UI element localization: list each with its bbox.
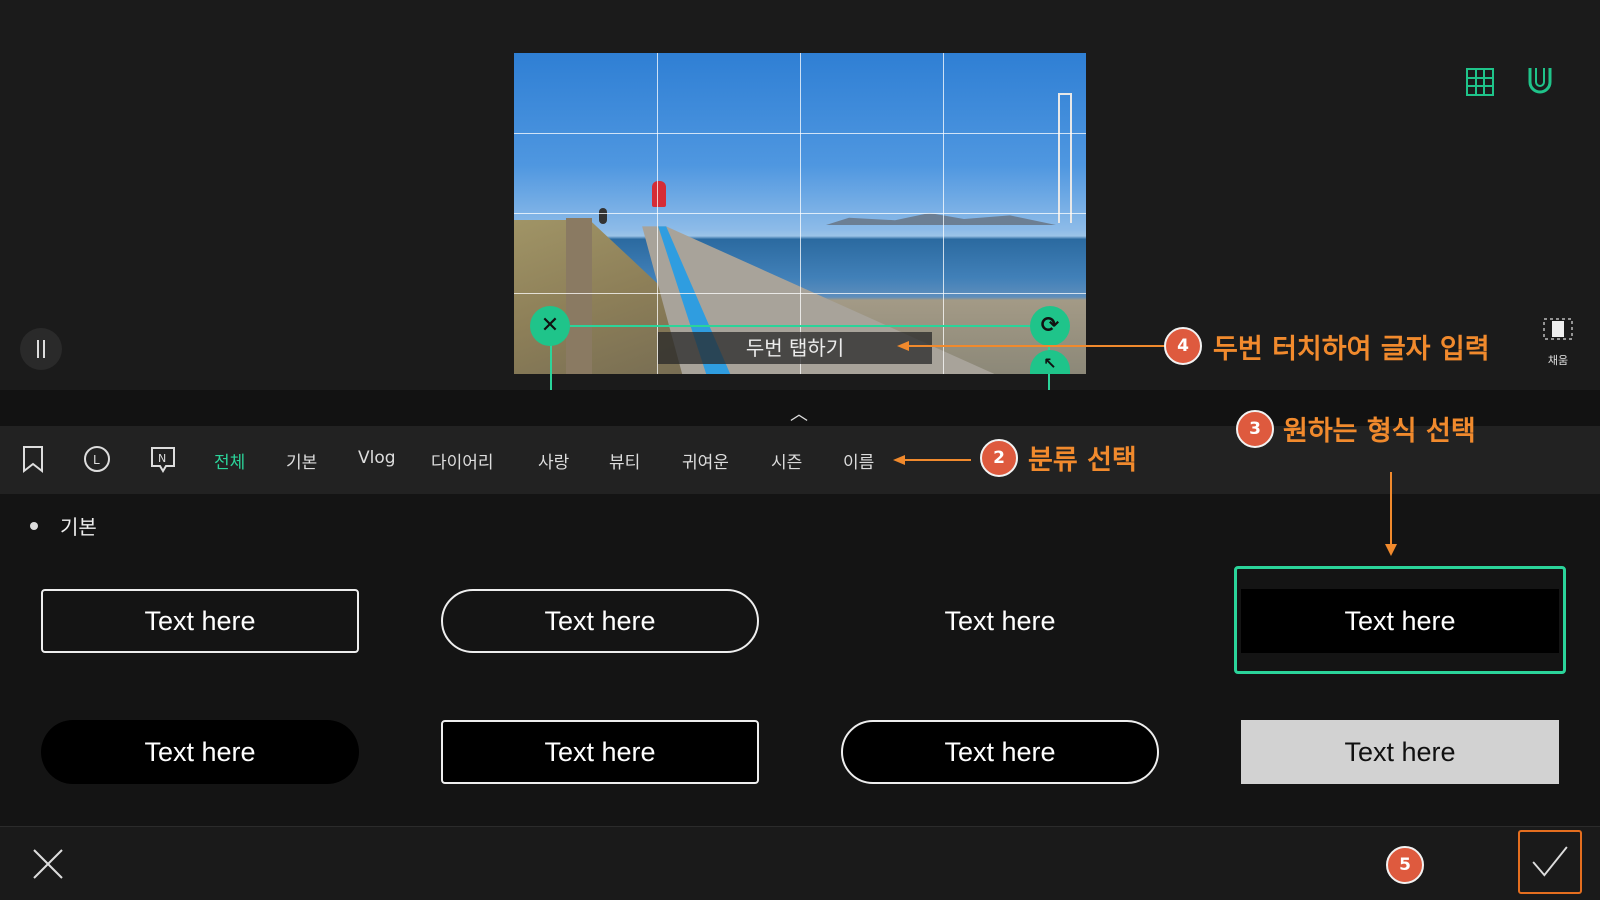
tab-basic[interactable]: 기본 [286,448,317,473]
style-card-plain[interactable]: Text here [841,589,1159,653]
fill-icon [1543,318,1573,340]
annotation-arrow-3 [1390,472,1392,544]
magnet-icon[interactable] [1526,66,1554,96]
style-card-black-pill-outline[interactable]: Text here [841,720,1159,784]
photo-tower [1058,93,1072,223]
chevron-up-icon[interactable]: ︿ [790,400,808,426]
grid-guide-line [514,213,1086,214]
rotate-icon: ⟳ [1040,313,1060,338]
tab-beauty[interactable]: 뷰티 [609,448,640,473]
grid-guide-line [514,133,1086,134]
photo-industry-skyline [826,213,1056,225]
tab-season[interactable]: 시즌 [771,448,802,473]
tab-all[interactable]: 전체 [214,448,245,473]
confirm-button[interactable] [1518,830,1582,894]
annotation-arrow-4 [900,345,1168,347]
close-icon[interactable] [30,846,66,882]
annotation-arrowhead-2 [893,455,905,465]
svg-text:L: L [93,453,100,467]
annotation-badge-3: 3 [1236,410,1274,448]
tab-love[interactable]: 사랑 [538,448,569,473]
style-card-gray-rect[interactable]: Text here [1241,720,1559,784]
tab-vlog[interactable]: Vlog [358,448,396,468]
photo-cyclist [652,181,666,207]
annotation-badge-2: 2 [980,439,1018,477]
annotation-text-2: 분류 선택 [1028,445,1137,476]
annotation-arrow-2 [903,459,971,461]
fill-button[interactable]: 채움 [1540,318,1576,372]
annotation-arrowhead-4 [897,341,909,351]
bottom-action-bar [0,826,1600,900]
text-layer-caption[interactable]: 두번 탭하기 [658,332,932,364]
svg-text:N: N [158,452,166,465]
tab-name[interactable]: 이름 [843,448,874,473]
tab-cute[interactable]: 귀여운 [682,448,729,473]
recent-icon[interactable]: L [82,444,112,474]
photo-cyclist-far [599,208,607,224]
style-card-black-rect-outline[interactable]: Text here [441,720,759,784]
new-icon[interactable]: N [148,444,178,474]
section-bullet [30,522,38,530]
annotation-arrowhead-3 [1385,544,1397,556]
grid-guide-line [514,293,1086,294]
style-card-black-pill[interactable]: Text here [41,720,359,784]
annotation-text-3: 원하는 형식 선택 [1283,416,1476,447]
annotation-badge-5: 5 [1386,846,1424,884]
resize-icon: ↖ [1043,354,1057,373]
rotate-layer-handle[interactable]: ⟳ [1030,306,1070,346]
check-icon [1532,846,1568,877]
pause-button[interactable] [20,328,62,370]
fill-label: 채움 [1547,354,1569,367]
delete-layer-handle[interactable]: ✕ [530,306,570,346]
section-title: 기본 [60,515,97,539]
style-card-outline-rect[interactable]: Text here [41,589,359,653]
annotation-badge-4: 4 [1164,327,1202,365]
style-card-outline-pill[interactable]: Text here [441,589,759,653]
annotation-text-4: 두번 터치하여 글자 입력 [1213,334,1490,365]
grid-icon[interactable] [1466,68,1494,96]
tab-diary[interactable]: 다이어리 [431,448,494,473]
style-card-black-rect[interactable]: Text here [1241,589,1559,653]
bookmark-icon[interactable] [18,444,48,474]
close-icon: ✕ [540,313,560,338]
